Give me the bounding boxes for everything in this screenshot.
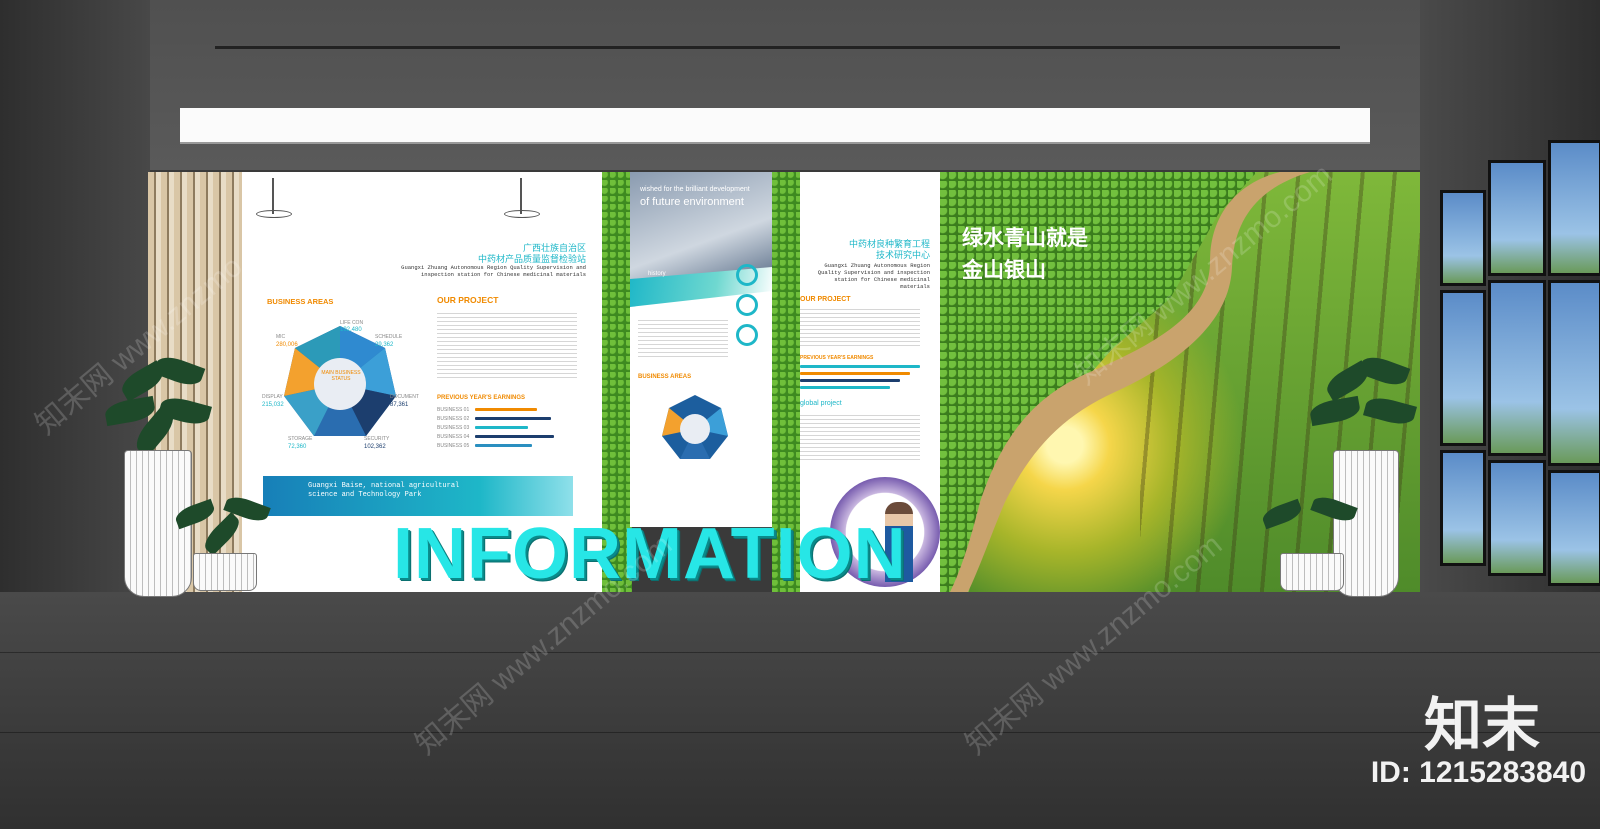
window-pane: [1548, 470, 1600, 586]
ceiling-light-track: [215, 46, 1340, 49]
earnings-bar-label: BUSINESS 04: [437, 434, 470, 440]
info-panel-center: wished for the brilliant development of …: [630, 172, 772, 527]
window-pane: [1440, 290, 1486, 446]
headline-line1: wished for the brilliant development: [640, 186, 750, 193]
project-body-text: [800, 306, 920, 346]
global-project-body-text: [800, 412, 920, 462]
earnings-bar: [800, 365, 920, 368]
segment-value: 280,006: [276, 342, 298, 348]
plant-small-left: [173, 493, 275, 595]
earnings-bar: [475, 444, 532, 447]
earnings-bar: [475, 426, 528, 429]
window-pane: [1548, 280, 1600, 466]
history-label: history: [648, 271, 666, 277]
floor: [0, 592, 1600, 829]
earnings-bar: [475, 435, 554, 438]
earnings-bar-label: BUSINESS 05: [437, 443, 470, 449]
segment-label: MIC: [276, 334, 286, 340]
earnings-bar-label: BUSINESS 03: [437, 425, 470, 431]
segment-label: DISPLAY: [262, 394, 283, 400]
right-wall: [1420, 0, 1600, 620]
plant-small-right: [1260, 493, 1362, 595]
window-pane: [1548, 140, 1600, 276]
segment-value: 87,361: [390, 402, 409, 408]
business-areas-heading: BUSINESS AREAS: [638, 374, 692, 380]
earnings-bar: [475, 417, 551, 420]
segment-label: LIFE CON: [340, 320, 364, 326]
segment-value: 72,360: [288, 444, 307, 450]
panel-title-en: Guangxi Zhuang Autonomous Region Quality…: [401, 264, 586, 278]
project-body-text: [437, 310, 577, 380]
our-project-heading: OUR PROJECT: [800, 296, 851, 303]
window-pane: [1440, 190, 1486, 286]
segment-label: SECURITY: [364, 436, 390, 442]
global-project-heading: global project: [800, 400, 842, 407]
znzmo-logo: 知末: [1423, 693, 1540, 758]
earnings-bar-chart: BUSINESS 01 BUSINESS 02 BUSINESS 03 BUSINES…: [437, 407, 587, 457]
donut-chart: [736, 294, 758, 316]
panel-title-en: Guangxi Zhuang Autonomous Region Quality…: [817, 262, 930, 290]
history-body-text: [638, 317, 728, 357]
hub-label: MAIN BUSINESS STATUS: [321, 370, 361, 382]
our-project-heading: OUR PROJECT: [437, 295, 499, 305]
segment-value: 102,362: [364, 444, 386, 450]
ceiling: [0, 0, 1600, 170]
donut-chart: [736, 324, 758, 346]
window-pane: [1440, 450, 1486, 566]
ceiling-light-panel: [180, 108, 1370, 144]
window-pane: [1488, 160, 1546, 276]
spotlight-ring: [504, 210, 540, 218]
segment-value: 192,480: [340, 327, 362, 333]
segment-label: DOCUMENT: [390, 394, 419, 400]
spotlight: [520, 178, 522, 214]
headline-line2: of future environment: [640, 196, 744, 208]
earnings-bar-label: BUSINESS 01: [437, 407, 470, 413]
earnings-bar: [475, 408, 537, 411]
segment-value: 29,362: [375, 342, 394, 348]
image-id: ID: 1215283840: [1370, 756, 1586, 789]
earnings-bar: [800, 379, 900, 382]
earnings-heading: PREVIOUS YEAR'S EARNINGS: [437, 395, 526, 401]
park-banner-text: Guangxi Baise, national agricultural sci…: [308, 482, 460, 499]
earnings-bar-label: BUSINESS 02: [437, 416, 470, 422]
segment-value: 215,032: [262, 402, 284, 408]
business-areas-heading: BUSINESS AREAS: [267, 297, 334, 306]
panel-title-cn-line2: 技术研究中心: [875, 250, 930, 260]
earnings-bar: [800, 386, 890, 389]
window-pane: [1488, 280, 1546, 456]
segment-label: SCHEDULE: [375, 334, 403, 340]
slogan-line2: 金山银山: [962, 259, 1046, 282]
park-banner: Guangxi Baise, national agricultural sci…: [263, 476, 573, 516]
slogan-line1: 绿水青山就是: [962, 227, 1088, 250]
business-status-heptagon-small: [662, 395, 728, 459]
segment-label: STORAGE: [288, 436, 313, 442]
window-pane: [1488, 460, 1546, 576]
earnings-bar: [800, 372, 910, 375]
donut-chart: [736, 264, 758, 286]
earnings-heading: PREVIOUS YEAR'S EARNINGS: [800, 355, 874, 361]
